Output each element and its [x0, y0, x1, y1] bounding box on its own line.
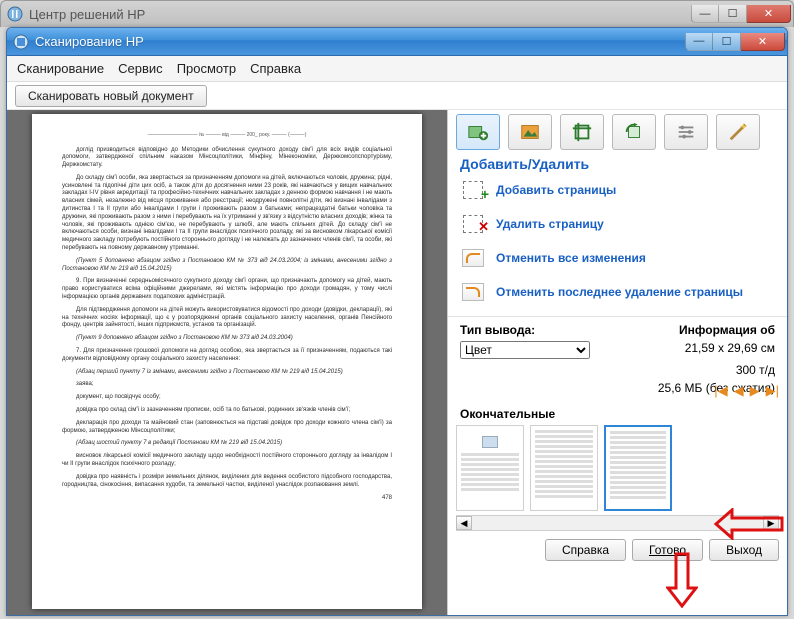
action-label: Удалить страницу	[496, 217, 604, 231]
thumbnail-selected[interactable]	[604, 425, 672, 511]
inner-window: Сканирование HP — ☐ ✕ Сканирование Серви…	[6, 27, 788, 616]
output-type-label: Тип вывода:	[460, 323, 613, 337]
footer-buttons: Справка Готово Выход	[448, 531, 787, 569]
page-paragraph: Для підтвердження допомоги на дітей можу…	[62, 307, 392, 330]
hp-icon	[7, 6, 23, 22]
info-dpi: 300 т/д	[623, 363, 776, 377]
page-number: 478	[62, 495, 392, 503]
menubar: Сканирование Сервис Просмотр Справка	[7, 56, 787, 82]
thumbnail[interactable]	[530, 425, 598, 511]
page-note: (Абзац перший пункту 7 із змінами, внесе…	[62, 369, 392, 377]
action-list: + Добавить страницы ✕ Удалить страницу О…	[448, 178, 787, 316]
page-note: (Пункт 5 доповнено абзацом згідно з Пост…	[62, 258, 392, 274]
page-paragraph: довідка про наявність і розміри земельни…	[62, 474, 392, 490]
page-paragraph: 7. Для призначення грошової допомоги на …	[62, 348, 392, 364]
tool-crop-icon[interactable]	[560, 114, 604, 150]
exit-button[interactable]: Выход	[709, 539, 779, 561]
page-paragraph: довідка про склад сім'ї із зазначенням п…	[62, 407, 392, 415]
menu-view[interactable]: Просмотр	[177, 61, 236, 76]
outer-minimize-button[interactable]: —	[691, 5, 719, 23]
outer-maximize-button[interactable]: ☐	[719, 5, 747, 23]
page-note: (Абзац шостий пункту 7 в редакції Постан…	[62, 440, 392, 448]
page-header: —————————— № ——— від ——— 200_ року. ——— …	[62, 132, 392, 139]
action-undo-all[interactable]: Отменить все изменения	[460, 246, 775, 270]
outer-title: Центр решений HP	[29, 7, 691, 22]
tool-rotate-icon[interactable]	[612, 114, 656, 150]
right-panel: Добавить/Удалить + Добавить страницы ✕ У…	[447, 110, 787, 615]
inner-close-button[interactable]: ✕	[741, 33, 785, 51]
action-redo-delete[interactable]: Отменить последнее удаление страницы	[460, 280, 775, 304]
toolbar: Сканировать новый документ	[7, 82, 787, 110]
page-paragraph: висновок лікарської комісії медичного за…	[62, 453, 392, 469]
tool-add-remove-icon[interactable]	[456, 114, 500, 150]
output-type-select[interactable]: Цвет	[460, 341, 590, 359]
page-note: (Пункт 9 доповнено абзацом згідно з Пост…	[62, 335, 392, 343]
add-pages-icon: +	[460, 178, 486, 202]
tool-adjust-icon[interactable]	[664, 114, 708, 150]
tool-magic-icon[interactable]	[716, 114, 760, 150]
section-title: Добавить/Удалить	[448, 154, 787, 178]
menu-scan[interactable]: Сканирование	[17, 61, 104, 76]
scan-new-document-button[interactable]: Сканировать новый документ	[15, 85, 207, 107]
help-button[interactable]: Справка	[545, 539, 626, 561]
page-paragraph: 9. При визначенні середньомісячного суку…	[62, 278, 392, 301]
inner-maximize-button[interactable]: ☐	[713, 33, 741, 51]
action-label: Отменить все изменения	[496, 251, 646, 265]
scanned-page[interactable]: —————————— № ——— від ——— 200_ року. ——— …	[32, 114, 422, 609]
thumb-last-icon[interactable]: ▶|	[766, 383, 779, 399]
action-label: Отменить последнее удаление страницы	[496, 285, 743, 299]
thumbnail[interactable]	[456, 425, 524, 511]
outer-titlebar: Центр решений HP — ☐ ✕	[0, 0, 794, 27]
page-paragraph: До складу сім'ї особи, яка звертається з…	[62, 175, 392, 253]
undo-all-icon	[460, 246, 486, 270]
thumb-next-icon[interactable]: ▶	[750, 383, 760, 399]
final-label: Окончательные	[448, 403, 787, 423]
outer-close-button[interactable]: ✕	[747, 5, 791, 23]
inner-titlebar: Сканирование HP — ☐ ✕	[7, 28, 787, 56]
tool-icon-bar	[448, 110, 787, 154]
page-paragraph: декларація про доходи та майновий стан (…	[62, 420, 392, 436]
thumb-prev-icon[interactable]: ◀	[734, 383, 744, 399]
thumb-first-icon[interactable]: |◀	[714, 383, 727, 399]
scroll-right-icon[interactable]: ▶	[763, 516, 779, 530]
inner-title: Сканирование HP	[35, 34, 685, 49]
action-delete-page[interactable]: ✕ Удалить страницу	[460, 212, 775, 236]
info-dimensions: 21,59 x 29,69 см	[623, 341, 776, 359]
preview-pane: —————————— № ——— від ——— 200_ року. ——— …	[7, 110, 447, 615]
page-paragraph: заява;	[62, 381, 392, 389]
menu-service[interactable]: Сервис	[118, 61, 163, 76]
thumb-nav: |◀ ◀ ▶ ▶|	[714, 383, 779, 399]
action-add-pages[interactable]: + Добавить страницы	[460, 178, 775, 202]
delete-page-icon: ✕	[460, 212, 486, 236]
redo-delete-icon	[460, 280, 486, 304]
outer-window: Центр решений HP — ☐ ✕ Сканирование HP —…	[0, 0, 794, 619]
inner-minimize-button[interactable]: —	[685, 33, 713, 51]
page-paragraph: доглід призводиться відповідно до Методи…	[62, 147, 392, 170]
thumbnail-strip	[448, 423, 787, 511]
page-paragraph: документ, що посвідчує особу;	[62, 394, 392, 402]
action-label: Добавить страницы	[496, 183, 616, 197]
info-label: Информация об	[623, 323, 776, 337]
hp-scan-icon	[13, 34, 29, 50]
done-button[interactable]: Готово	[632, 539, 703, 561]
menu-help[interactable]: Справка	[250, 61, 301, 76]
scroll-left-icon[interactable]: ◀	[456, 516, 472, 530]
thumbnail-scrollbar[interactable]: ◀ ▶	[456, 515, 779, 531]
tool-image-icon[interactable]	[508, 114, 552, 150]
